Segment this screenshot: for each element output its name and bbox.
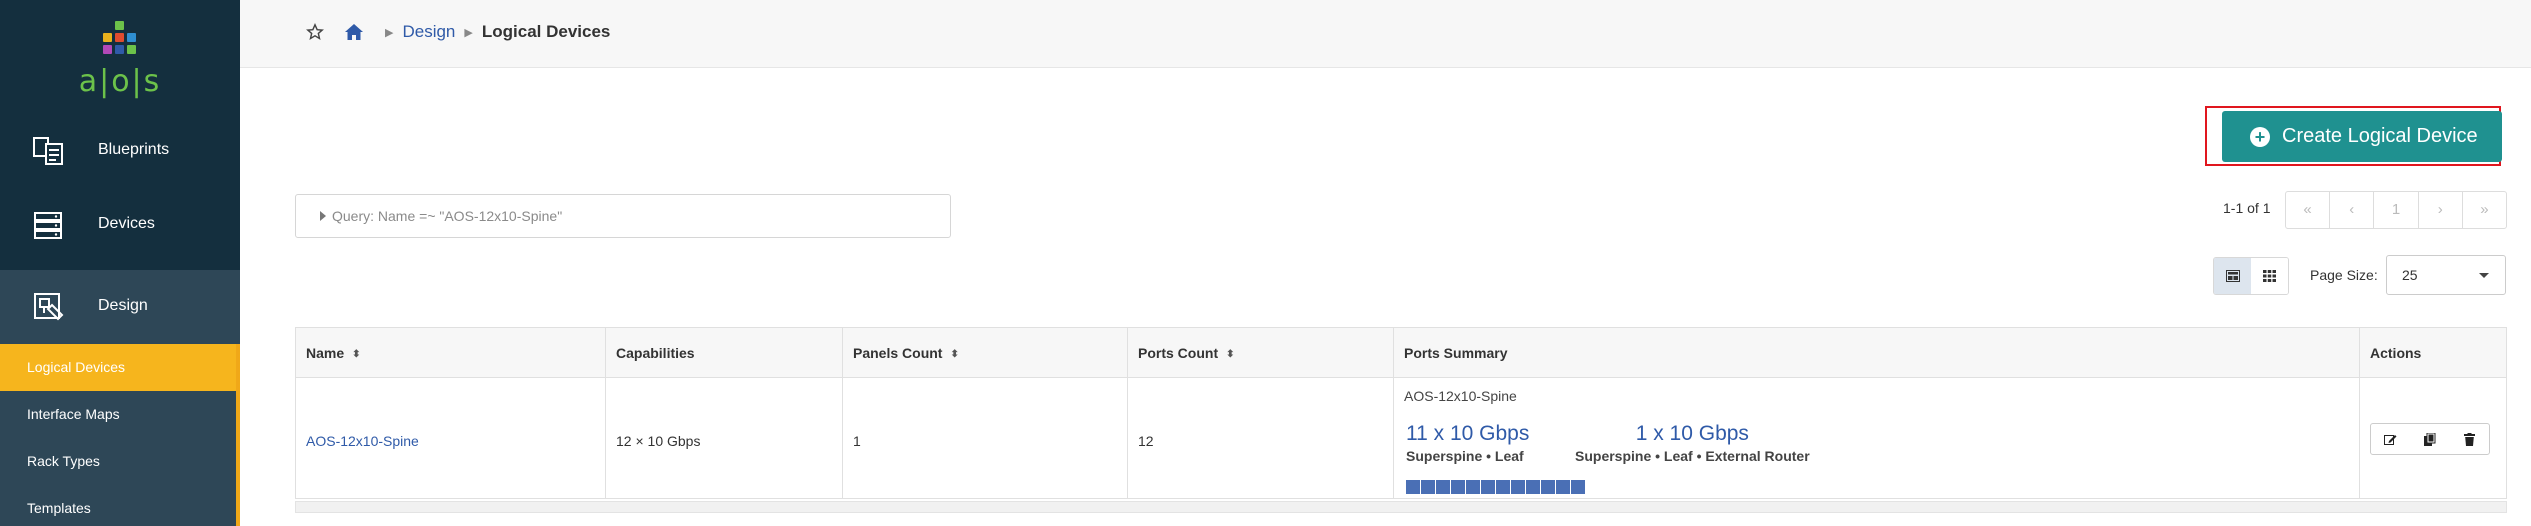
sidebar-item-devices[interactable]: Devices (0, 188, 240, 262)
devices-icon (34, 212, 62, 239)
port-group-speed: 1 x 10 Gbps (1635, 422, 1749, 445)
create-button-label: Create Logical Device (2282, 125, 2478, 147)
aos-logo[interactable]: a|o|s (0, 0, 240, 126)
column-header-name[interactable]: Name ⬍ (296, 328, 606, 378)
top-bar: ▶ Design ▶ Logical Devices (240, 0, 2531, 68)
cell-name: AOS-12x10-Spine (296, 378, 606, 498)
home-icon[interactable] (344, 23, 364, 41)
design-submenu: Logical Devices Interface Maps Rack Type… (0, 344, 240, 526)
delete-icon (2463, 432, 2475, 446)
sidebar-item-label: Design (98, 297, 148, 314)
breadcrumb-current: Logical Devices (481, 22, 611, 41)
port-square (1496, 480, 1510, 494)
clone-icon (2423, 432, 2436, 446)
sort-icon[interactable]: ⬍ (950, 349, 958, 360)
sort-icon[interactable]: ⬍ (352, 349, 360, 360)
port-square (1481, 480, 1495, 494)
port-square (1511, 480, 1525, 494)
cell-capabilities: 12 × 10 Gbps (606, 378, 843, 498)
page-size-select[interactable]: 25 (2386, 255, 2506, 295)
next-page-button[interactable]: › (2419, 192, 2463, 228)
blueprints-icon (33, 137, 63, 165)
first-page-button[interactable]: « (2286, 192, 2331, 228)
chevron-down-icon (2479, 273, 2489, 278)
capabilities-value: 12 × 10 Gbps (616, 433, 701, 449)
port-group-roles: Superspine • Leaf • External Router (1575, 448, 1810, 464)
submenu-item-rack-types[interactable]: Rack Types (0, 438, 236, 485)
breadcrumb-design-link[interactable]: Design (402, 22, 455, 42)
column-header-actions: Actions (2370, 345, 2422, 361)
cell-ports-count: 12 (1128, 378, 1394, 498)
cell-ports-summary: AOS-12x10-Spine 11 x 10 Gbps Superspine … (1394, 378, 2360, 498)
sidebar-item-blueprints[interactable]: Blueprints (0, 114, 240, 188)
delete-button[interactable] (2450, 424, 2489, 454)
sidebar-item-design[interactable]: Design (0, 270, 240, 344)
port-square (1556, 480, 1570, 494)
breadcrumb-separator-icon: ▶ (385, 26, 394, 39)
query-filter[interactable]: Query: Name =~ "AOS-12x10-Spine" (295, 194, 951, 238)
plus-circle-icon: + (2250, 126, 2270, 147)
design-icon (34, 293, 64, 321)
table-view-icon (2225, 270, 2240, 282)
grid-view-icon (2263, 270, 2276, 282)
port-square (1451, 480, 1465, 494)
page-number-button[interactable]: 1 (2374, 192, 2419, 228)
query-text: Query: Name =~ "AOS-12x10-Spine" (332, 208, 563, 224)
sidebar-item-label: Blueprints (98, 141, 170, 158)
port-group-roles: Superspine • Leaf (1406, 448, 1524, 464)
logo-text: a|o|s (78, 64, 162, 99)
submenu-item-logical-devices[interactable]: Logical Devices (0, 344, 236, 391)
horizontal-scrollbar[interactable] (295, 501, 2507, 513)
device-name-link[interactable]: AOS-12x10-Spine (306, 433, 419, 449)
cell-actions (2360, 378, 2506, 498)
expand-caret-icon[interactable] (320, 211, 326, 221)
sidebar: a|o|s Blueprints Devices Design Logical … (0, 0, 240, 526)
table-header: Name ⬍ Capabilities Panels Count ⬍ Ports C… (296, 328, 2506, 378)
submenu-item-interface-maps[interactable]: Interface Maps (0, 391, 236, 438)
breadcrumb: ▶ Design ▶ Logical Devices (306, 22, 610, 42)
column-header-ports-summary: Ports Summary (1394, 328, 2360, 378)
table-view-button[interactable] (2214, 258, 2251, 294)
port-diagram (1406, 480, 1586, 494)
page-size-value: 25 (2402, 267, 2418, 283)
grid-view-button[interactable] (2251, 258, 2288, 294)
port-square (1406, 480, 1420, 494)
port-square (1466, 480, 1480, 494)
port-square (1571, 480, 1585, 494)
ports-count-value: 12 (1138, 433, 1154, 449)
logo-grid-icon (103, 21, 136, 54)
sidebar-item-label: Devices (98, 215, 155, 232)
port-square (1421, 480, 1435, 494)
logical-devices-table: Name ⬍ Capabilities Panels Count ⬍ Ports C… (295, 327, 2507, 499)
submenu-item-templates[interactable]: Templates (0, 485, 236, 526)
port-square (1436, 480, 1450, 494)
column-header-capabilities: Capabilities (606, 328, 843, 378)
view-toggle (2213, 257, 2289, 295)
edit-button[interactable] (2371, 424, 2410, 454)
row-actions (2370, 423, 2490, 455)
column-header-panels-count[interactable]: Panels Count ⬍ (843, 328, 1128, 378)
breadcrumb-separator-icon: ▶ (464, 26, 473, 39)
port-square (1541, 480, 1555, 494)
star-icon[interactable] (306, 23, 324, 41)
port-square (1526, 480, 1540, 494)
edit-icon (2384, 434, 2397, 445)
create-logical-device-button[interactable]: + Create Logical Device (2222, 111, 2502, 162)
last-page-button[interactable]: » (2463, 192, 2506, 228)
sort-icon[interactable]: ⬍ (1226, 349, 1234, 360)
port-group: 11 x 10 Gbps Superspine • Leaf (1406, 422, 1529, 464)
column-header-ports-count[interactable]: Ports Count ⬍ (1128, 328, 1394, 378)
ports-summary-title: AOS-12x10-Spine (1404, 388, 1517, 404)
port-group: 1 x 10 Gbps Superspine • Leaf • External… (1575, 422, 1810, 464)
cell-panels-count: 1 (843, 378, 1128, 498)
pagination-controls: « ‹ 1 › » (2285, 191, 2507, 229)
pagination-info: 1-1 of 1 (2223, 200, 2271, 216)
clone-button[interactable] (2410, 424, 2449, 454)
prev-page-button[interactable]: ‹ (2330, 192, 2375, 228)
port-group-speed: 11 x 10 Gbps (1406, 422, 1530, 445)
page-size-label: Page Size: (2310, 267, 2378, 283)
panels-count-value: 1 (853, 433, 861, 449)
